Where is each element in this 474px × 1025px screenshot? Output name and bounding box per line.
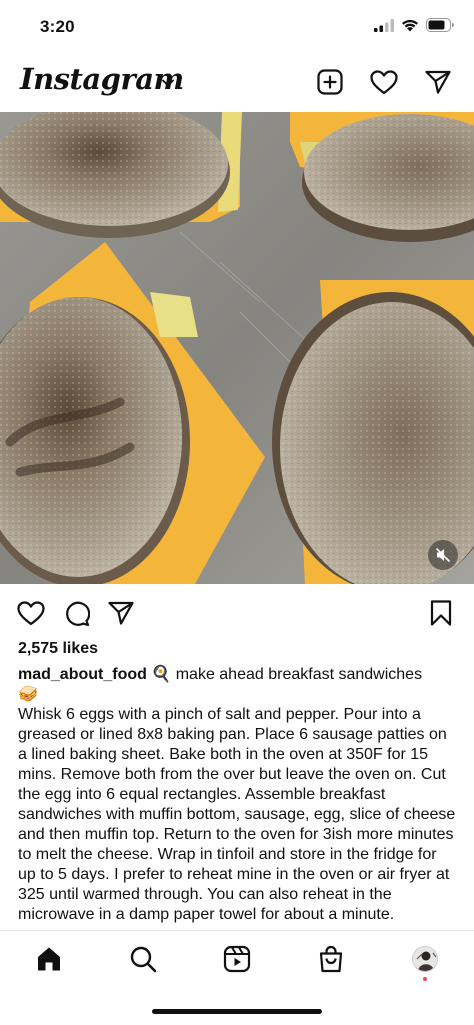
instagram-logo[interactable]: Instagram (20, 62, 184, 96)
post-media[interactable] (0, 112, 474, 584)
caption-body: Whisk 6 eggs with a pinch of salt and pe… (18, 706, 456, 923)
like-heart-icon[interactable] (16, 598, 46, 628)
wifi-icon (401, 19, 419, 37)
post-username[interactable]: mad_about_food (18, 666, 147, 683)
post-caption: mad_about_food 🍳 make ahead breakfast sa… (18, 665, 458, 925)
cooking-emoji: 🍳 (151, 666, 172, 683)
avatar (412, 946, 438, 972)
profile-avatar[interactable] (409, 943, 441, 981)
heart-icon[interactable] (370, 68, 398, 96)
status-icons (374, 18, 454, 37)
shop-icon[interactable] (315, 943, 347, 975)
muted-audio-icon[interactable] (428, 540, 458, 570)
home-icon[interactable] (33, 943, 65, 975)
app-header: Instagram (0, 56, 474, 108)
notification-dot (423, 977, 427, 981)
status-bar: 3:20 (0, 0, 474, 56)
share-icon[interactable] (106, 598, 136, 628)
header-actions (316, 68, 452, 96)
caption-title: make ahead breakfast sandwiches (171, 666, 423, 683)
post-photo (0, 112, 474, 584)
status-time: 3:20 (40, 17, 75, 36)
battery-icon (426, 18, 454, 37)
signal-icon (374, 18, 394, 37)
chevron-down-icon[interactable] (162, 74, 174, 92)
caption-headline: mad_about_food 🍳 make ahead breakfast sa… (18, 665, 458, 705)
bookmark-icon[interactable] (426, 598, 456, 628)
post-actions (0, 596, 474, 632)
reels-icon[interactable] (221, 943, 253, 975)
likes-count[interactable]: 2,575 likes (18, 640, 98, 658)
sandwich-emoji: 🥪 (18, 686, 38, 703)
home-indicator[interactable] (152, 1009, 322, 1014)
search-icon[interactable] (127, 943, 159, 975)
direct-message-icon[interactable] (424, 68, 452, 96)
comment-icon[interactable] (61, 598, 91, 628)
new-post-icon[interactable] (316, 68, 344, 96)
